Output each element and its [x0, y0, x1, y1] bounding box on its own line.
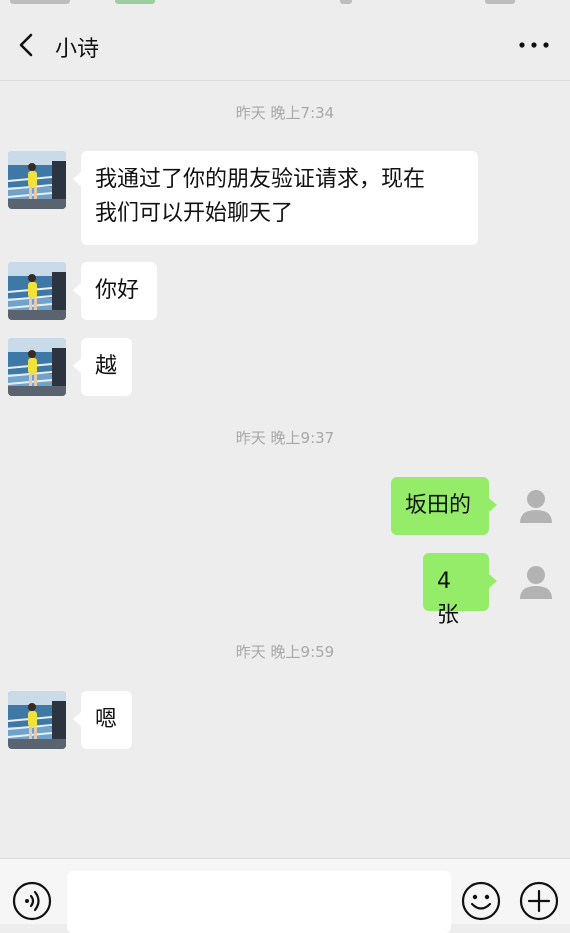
more-horizontal-icon — [519, 42, 549, 48]
message-text: 嗯 — [95, 707, 118, 732]
message-input[interactable] — [67, 871, 451, 933]
message-bubble-them[interactable]: 你好 — [73, 262, 157, 320]
message-text: 你好 — [95, 278, 140, 303]
message-bubble-them[interactable]: 嗯 — [73, 691, 132, 749]
chat-header: 小诗 — [0, 8, 570, 81]
voice-button[interactable] — [12, 881, 52, 921]
message-text-line: 我们可以开始聊天了 — [95, 201, 294, 226]
composer-bar — [0, 858, 570, 933]
default-user-icon — [520, 566, 552, 599]
message-bubble-me[interactable]: 4 张 — [423, 553, 497, 628]
avatar-contact[interactable] — [8, 691, 66, 749]
message-text-line: 我通过了你的朋友验证请求，现在 — [95, 167, 426, 192]
emoji-icon — [461, 881, 501, 921]
message-text: 坂田的 — [405, 493, 472, 518]
emoji-button[interactable] — [461, 881, 501, 921]
default-user-icon — [520, 490, 552, 523]
chevron-left-icon — [19, 33, 33, 57]
avatar-self[interactable] — [510, 480, 562, 532]
avatar-contact[interactable] — [8, 262, 66, 320]
timestamp: 昨天 晚上9:37 — [235, 429, 335, 447]
avatar-self[interactable] — [510, 556, 562, 608]
status-bar-remnant — [0, 0, 570, 6]
avatar-contact[interactable] — [8, 338, 66, 396]
avatar-contact[interactable] — [8, 151, 66, 209]
contact-avatar-image — [8, 691, 66, 749]
timestamp: 昨天 晚上9:59 — [235, 643, 335, 661]
contact-avatar-image — [8, 262, 66, 320]
message-bubble-them[interactable]: 我通过了你的朋友验证请求，现在 我们可以开始聊天了 — [73, 151, 478, 245]
contact-avatar-image — [8, 338, 66, 396]
more-button[interactable] — [518, 30, 550, 60]
message-text: 越 — [95, 354, 118, 379]
back-button[interactable] — [14, 30, 40, 60]
contact-avatar-image — [8, 151, 66, 209]
voice-icon — [12, 881, 52, 921]
timestamp: 昨天 晚上7:34 — [235, 104, 335, 122]
message-text: 4 张 — [437, 569, 460, 628]
chat-title: 小诗 — [55, 37, 100, 62]
message-bubble-me[interactable]: 坂田的 — [391, 477, 497, 535]
message-bubble-them[interactable]: 越 — [73, 338, 132, 396]
plus-button[interactable] — [519, 881, 559, 921]
plus-icon — [519, 881, 559, 921]
